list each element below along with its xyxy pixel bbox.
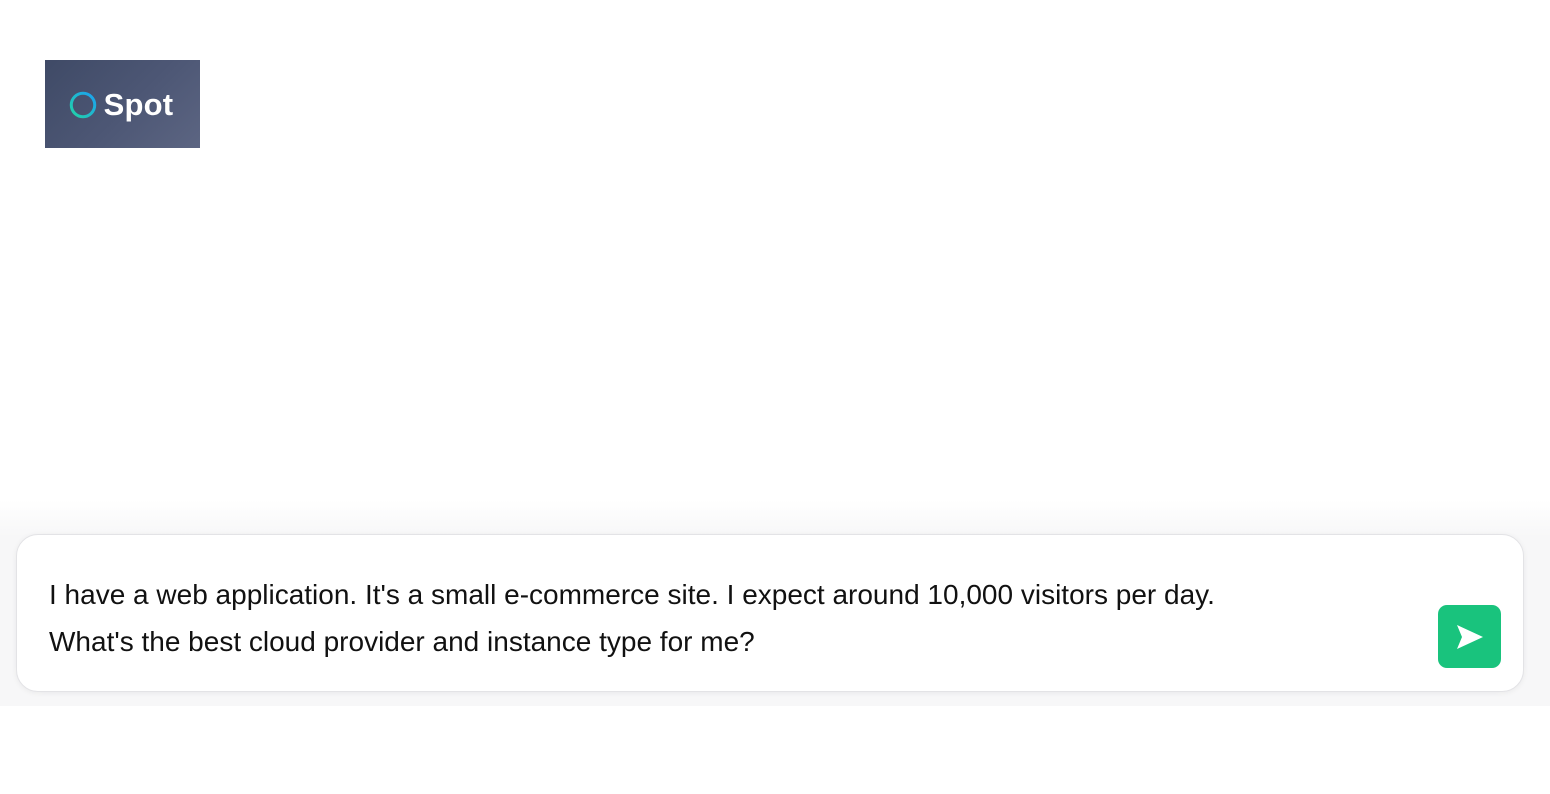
send-button[interactable] [1438, 605, 1501, 668]
message-composer: I have a web application. It's a small e… [16, 534, 1524, 692]
message-input[interactable]: I have a web application. It's a small e… [49, 571, 1409, 665]
send-arrow-icon [1456, 624, 1483, 649]
brand-name: Spot [103, 86, 174, 122]
spot-logo: Spot [45, 60, 200, 148]
ring-logo-icon [69, 91, 96, 119]
chat-page: Spot I have a web application. It's a sm… [0, 0, 1550, 794]
